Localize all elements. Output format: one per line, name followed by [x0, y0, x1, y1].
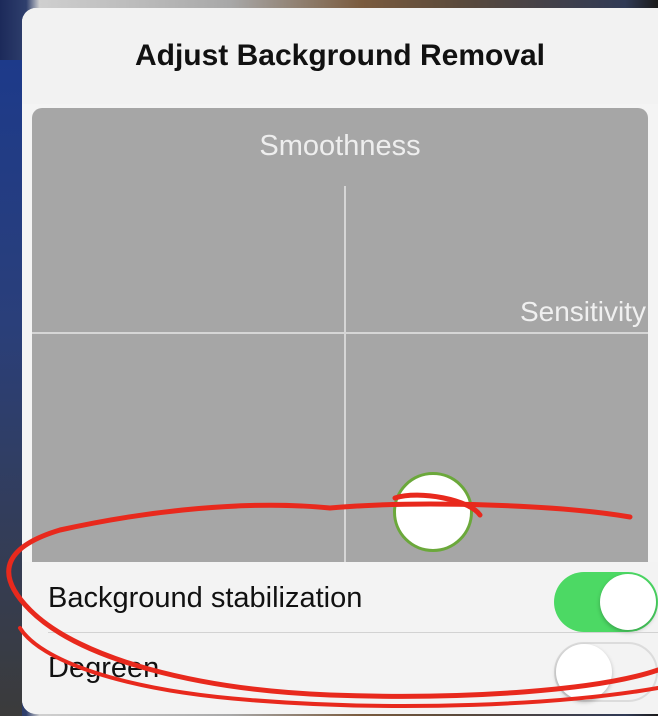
degreen-toggle[interactable]: [554, 642, 658, 702]
row-divider: [48, 632, 658, 633]
setting-row-background-stabilization: Background stabilization: [22, 564, 658, 632]
dialog-title: Adjust Background Removal: [22, 8, 658, 104]
sensitivity-axis-label: Sensitivity: [519, 296, 646, 327]
setting-row-degreen: Degreen: [22, 634, 658, 702]
settings-list: Background stabilization Degreen: [22, 562, 658, 714]
horizontal-axis-line: [32, 332, 648, 334]
toggle-knob: [600, 574, 656, 630]
adjust-background-removal-dialog: Adjust Background Removal Smoothness Sen…: [22, 8, 658, 714]
background-stabilization-toggle[interactable]: [554, 572, 658, 632]
smoothness-sensitivity-pad[interactable]: Smoothness Sensitivity: [32, 108, 648, 562]
toggle-knob: [556, 644, 612, 700]
vertical-axis-line: [344, 186, 346, 562]
setting-label: Degreen: [48, 652, 160, 684]
pad-handle[interactable]: [393, 472, 473, 552]
background-edge: [0, 60, 22, 716]
setting-label: Background stabilization: [48, 582, 363, 614]
smoothness-axis-label: Smoothness: [259, 130, 421, 162]
